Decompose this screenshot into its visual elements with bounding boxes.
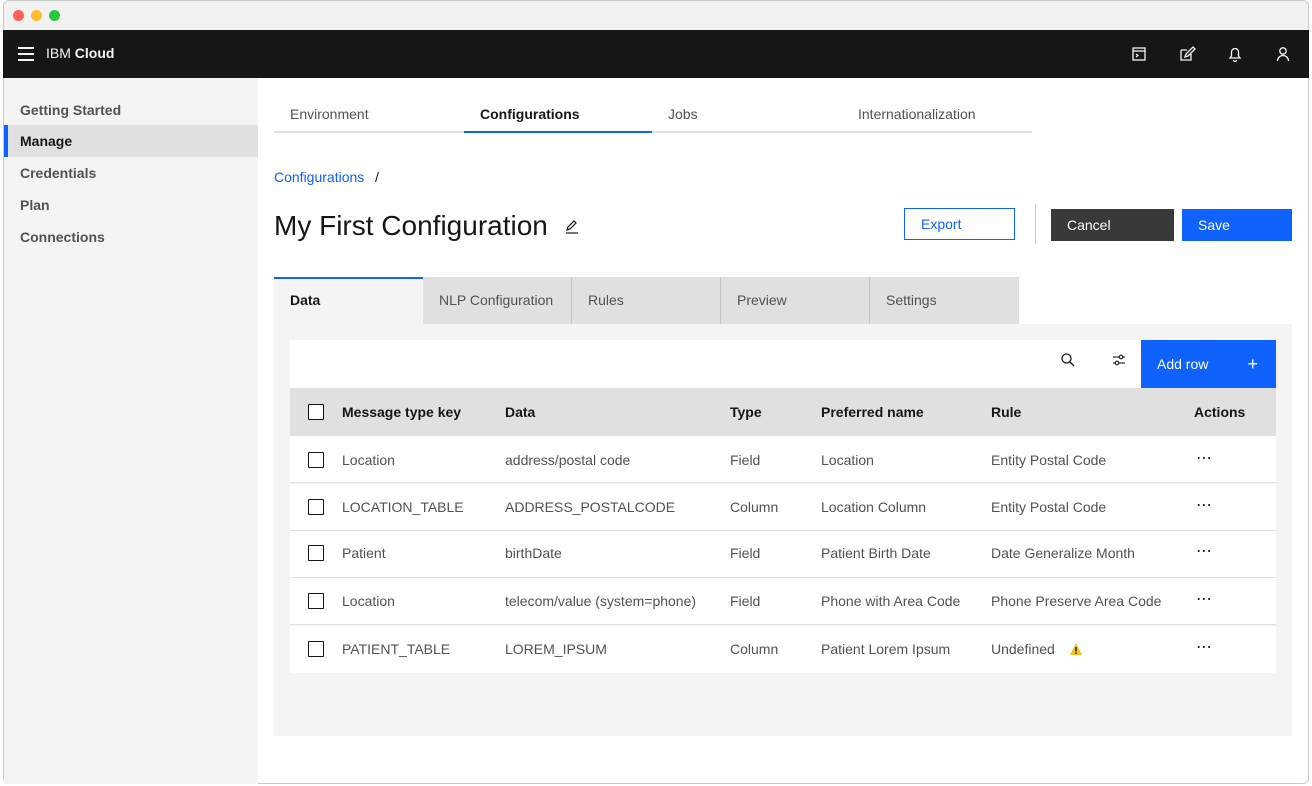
cell-preferred-name: Patient Birth Date [821,545,931,561]
header-message-type-key[interactable]: Message type key [342,404,461,420]
cell-data: address/postal code [505,452,631,468]
brand-product: Cloud [74,45,115,61]
brand-name[interactable]: IBM Cloud [46,45,114,61]
cancel-button[interactable]: Cancel [1051,209,1174,241]
add-icon: + [1247,354,1258,374]
cell-message-type-key: Location [342,452,395,468]
close-window-icon[interactable] [13,10,24,21]
row-checkbox[interactable] [308,641,324,657]
sidebar-item-manage[interactable]: Manage [4,125,258,157]
header-rule[interactable]: Rule [991,404,1021,420]
tab-internationalization[interactable]: Internationalization [842,92,1032,133]
sidebar-item-plan[interactable]: Plan [4,189,258,221]
tab-environment[interactable]: Environment [274,92,464,133]
cell-type: Column [730,641,779,657]
row-checkbox[interactable] [308,545,324,561]
action-divider [1035,204,1036,244]
page-title: My First Configuration [274,210,548,241]
select-all-checkbox[interactable] [308,404,324,420]
terminal-icon[interactable] [1127,42,1151,66]
header-data[interactable]: Data [505,404,535,420]
cell-data: LOREM_IPSUM [505,641,607,657]
edit-icon[interactable] [1175,42,1199,66]
cell-type: Field [730,545,761,561]
tab-preview[interactable]: Preview [721,277,870,324]
add-row-button[interactable]: Add row + [1141,340,1276,388]
settings-adjust-icon[interactable] [1111,352,1127,368]
row-checkbox[interactable] [308,499,324,515]
tab-jobs[interactable]: Jobs [652,92,842,133]
tab-configurations[interactable]: Configurations [464,92,652,133]
row-overflow-menu-icon[interactable]: ⋯ [1196,637,1213,657]
cell-rule: Date Generalize Month [991,545,1135,561]
export-button[interactable]: Export [904,208,1015,240]
row-overflow-menu-icon[interactable]: ⋯ [1196,541,1213,561]
tab-nlp-configuration[interactable]: NLP Configuration [423,277,572,324]
tab-settings[interactable]: Settings [870,277,1019,324]
cell-data: telecom/value (system=phone) [505,593,697,609]
cell-rule: Entity Postal Code [991,499,1107,515]
row-checkbox[interactable] [308,452,324,468]
cell-rule: Entity Postal Code [991,452,1107,468]
minimize-window-icon[interactable] [31,10,42,21]
header-type[interactable]: Type [730,404,762,420]
search-icon[interactable] [1060,352,1076,368]
table-toolbar [290,340,1276,388]
cell-data: birthDate [505,545,562,561]
cell-preferred-name: Phone with Area Code [821,593,961,609]
cell-type: Column [730,499,779,515]
cell-rule: Phone Preserve Area Code [991,593,1162,609]
row-overflow-menu-icon[interactable]: ⋯ [1196,495,1213,515]
brand-prefix: IBM [46,45,71,61]
cell-message-type-key: Location [342,593,395,609]
hamburger-icon[interactable] [18,47,34,61]
cell-preferred-name: Location Column [821,499,927,515]
cell-message-type-key: PATIENT_TABLE [342,641,451,657]
notification-icon[interactable] [1223,42,1247,66]
table-row[interactable] [290,436,1276,483]
tab-data[interactable]: Data [274,277,423,324]
save-button[interactable]: Save [1182,209,1292,241]
edit-title-icon[interactable] [564,219,580,235]
maximize-window-icon[interactable] [49,10,60,21]
sidebar-item-credentials[interactable]: Credentials [4,157,258,189]
header-preferred-name[interactable]: Preferred name [821,404,924,420]
cell-rule: Undefined [991,641,1055,657]
user-icon[interactable] [1271,42,1295,66]
row-checkbox[interactable] [308,593,324,609]
sidebar-item-getting-started[interactable]: Getting Started [4,94,258,126]
top-header: IBM Cloud [3,30,1309,78]
breadcrumb-separator: / [375,169,379,185]
row-overflow-menu-icon[interactable]: ⋯ [1196,589,1213,609]
cell-message-type-key: Patient [342,545,386,561]
warning-icon [1070,643,1082,655]
breadcrumb-configurations[interactable]: Configurations [274,169,364,185]
cell-message-type-key: LOCATION_TABLE [342,499,464,515]
window-titlebar [4,1,1308,31]
header-actions: Actions [1194,404,1246,420]
cell-data: ADDRESS_POSTALCODE [505,499,676,515]
row-overflow-menu-icon[interactable]: ⋯ [1196,448,1213,468]
tab-rules[interactable]: Rules [572,277,721,324]
cell-preferred-name: Patient Lorem Ipsum [821,641,951,657]
side-navigation: Getting Started Manage Credentials Plan … [4,78,258,784]
cell-type: Field [730,452,761,468]
cell-preferred-name: Location [821,452,874,468]
cell-type: Field [730,593,761,609]
sidebar-item-connections[interactable]: Connections [4,221,258,253]
add-row-label: Add row [1157,356,1209,372]
